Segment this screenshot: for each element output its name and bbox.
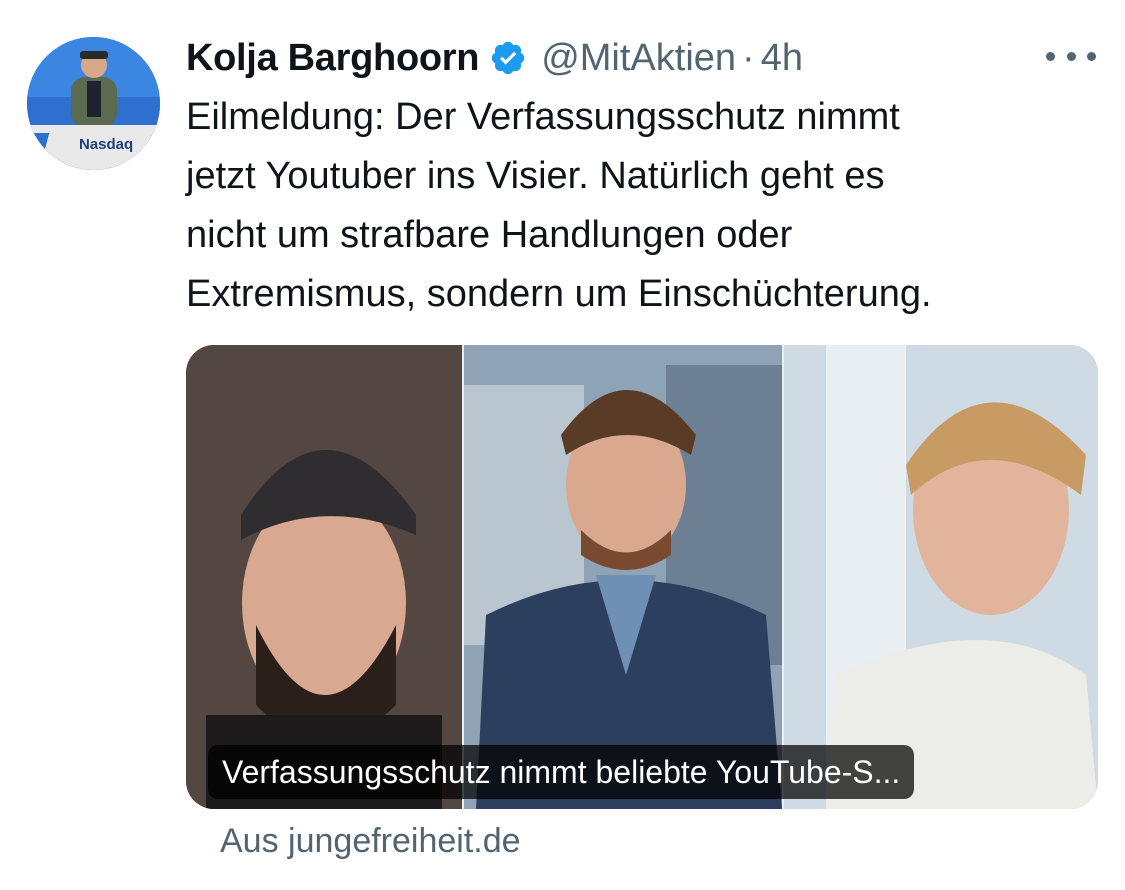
more-dot	[1046, 51, 1055, 61]
verified-badge-icon	[489, 39, 527, 77]
separator-dot: ·	[742, 36, 755, 79]
link-source[interactable]: Aus jungefreiheit.de	[220, 822, 521, 861]
more-dot	[1087, 51, 1096, 61]
link-card-title: Verfassungsschutz nimmt beliebte YouTube…	[208, 745, 915, 799]
tweet-text: Eilmeldung: Der Verfassungsschutz nimmt …	[186, 96, 932, 315]
avatar-sign-text: Nasdaq	[79, 136, 133, 153]
author-handle[interactable]: @MitAktien	[541, 37, 736, 80]
avatar-image: Nasdaq	[27, 37, 160, 170]
tweet-header: Kolja Barghoorn @MitAktien · 4h	[186, 30, 803, 86]
more-dot	[1066, 51, 1076, 61]
tweet-timestamp[interactable]: 4h	[761, 37, 803, 80]
author-name[interactable]: Kolja Barghoorn	[186, 37, 479, 80]
more-options-icon[interactable]	[1046, 38, 1096, 74]
link-preview-card[interactable]: Verfassungsschutz nimmt beliebte YouTube…	[186, 345, 1098, 809]
link-preview-image	[186, 345, 1098, 809]
author-avatar[interactable]: Nasdaq	[27, 37, 160, 170]
